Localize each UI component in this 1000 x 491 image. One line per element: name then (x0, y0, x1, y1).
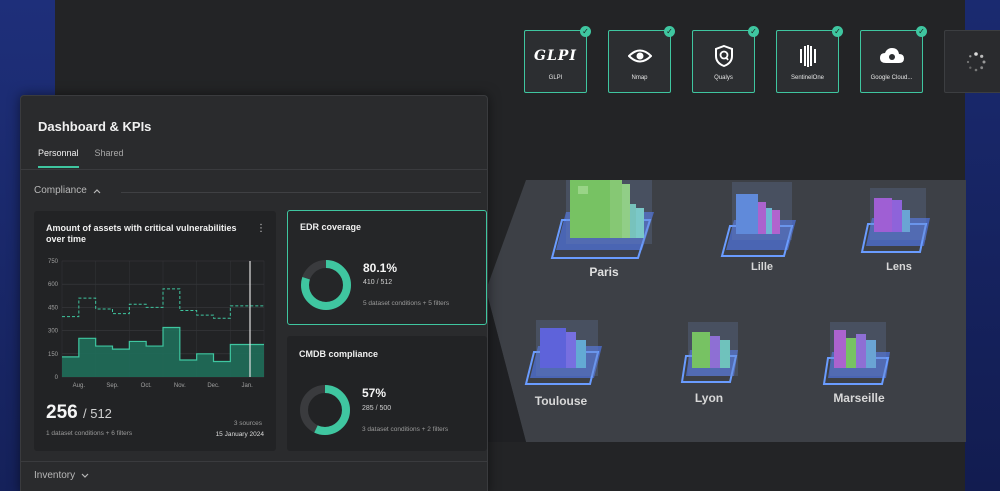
cloud-icon (879, 43, 905, 69)
section-compliance-toggle[interactable]: Compliance (34, 185, 101, 196)
x-tick-label: Nov. (174, 383, 186, 389)
y-tick-label: 300 (48, 329, 59, 335)
vuln-chart: 750 600 450 300 150 0 Aug. Sep. Oct. Nov. Dec. Jan. (48, 259, 265, 389)
card-title-line: over time (46, 234, 87, 244)
check-icon: ✓ (580, 26, 591, 37)
chevron-up-icon (93, 188, 101, 193)
y-tick-label: 600 (48, 282, 59, 288)
tile-label: SentinelOne (790, 74, 825, 81)
card-title: Amount of assets with critical vulnerabi… (46, 223, 237, 245)
check-icon: ✓ (748, 26, 759, 37)
cmdb-donut (300, 385, 350, 435)
tab-bar: Personnal Shared (38, 148, 124, 168)
site-label-toulouse: Toulouse (535, 394, 588, 408)
y-tick-label: 150 (48, 352, 59, 358)
vuln-count: 256 / 512 (46, 402, 112, 424)
card-title: CMDB compliance (299, 349, 379, 359)
integration-tile-sentinelone[interactable]: ✓ SentinelOne (776, 26, 843, 93)
check-icon: ✓ (832, 26, 843, 37)
sentinelone-icon (798, 43, 818, 69)
vuln-denominator: / 512 (82, 406, 112, 421)
integrations-row: ✓ GLPI GLPI ✓ Nmap ✓ Qualys ✓ SentinelOn… (524, 26, 1000, 93)
card-title-line: Amount of assets with critical vulnerabi… (46, 223, 237, 233)
cmdb-percent: 57% (362, 386, 387, 400)
edr-conditions: 5 dataset conditions + 5 filters (363, 300, 450, 307)
integration-tile-google-cloud[interactable]: ✓ Google Cloud... (860, 26, 927, 93)
spinner-icon (965, 49, 987, 75)
y-tick-label: 450 (48, 305, 59, 311)
integration-tile-qualys[interactable]: ✓ Qualys (692, 26, 759, 93)
section-rule (121, 192, 481, 193)
site-label-lyon: Lyon (695, 391, 723, 405)
site-map-3d: Paris Lille Lens Toulouse Lyon Marseille (486, 180, 966, 442)
tab-shared[interactable]: Shared (95, 148, 124, 168)
tab-personnal[interactable]: Personnal (38, 148, 79, 168)
edr-coverage-card[interactable]: EDR coverage 80.1% 410 / 512 5 dataset c… (287, 210, 487, 325)
site-label-lille: Lille (751, 261, 773, 273)
glpi-logo-icon: GLPI (534, 47, 577, 64)
x-tick-label: Dec. (207, 383, 220, 389)
x-tick-label: Oct. (141, 383, 152, 389)
section-title: Inventory (34, 470, 76, 481)
site-label-lens: Lens (886, 261, 912, 273)
section-title: Compliance (34, 185, 87, 196)
cmdb-compliance-card[interactable]: CMDB compliance 57% 285 / 500 3 dataset … (287, 336, 487, 451)
vuln-conditions: 1 dataset conditions + 6 filters (46, 430, 133, 437)
vuln-value: 256 (46, 402, 78, 423)
vuln-chart-card[interactable]: Amount of assets with critical vulnerabi… (34, 211, 276, 451)
tile-label: Nmap (631, 74, 648, 81)
site-marseille[interactable]: Marseille (822, 322, 890, 405)
x-tick-label: Aug. (73, 383, 86, 389)
edr-percent: 80.1% (363, 261, 398, 275)
tile-label: Qualys (714, 74, 733, 81)
site-label-paris: Paris (589, 265, 619, 279)
x-tick-label: Sep. (106, 383, 119, 389)
check-icon: ✓ (664, 26, 675, 37)
y-tick-label: 750 (48, 259, 59, 265)
integration-tile-nmap[interactable]: ✓ Nmap (608, 26, 675, 93)
tile-label: GLPI (548, 74, 563, 81)
panel-title: Dashboard & KPIs (38, 119, 152, 134)
cmdb-conditions: 3 dataset conditions + 2 filters (362, 426, 449, 433)
dashboard-panel: Dashboard & KPIs Personnal Shared Compli… (20, 95, 488, 491)
tile-label: Google Cloud... (870, 74, 913, 81)
section-inventory-toggle[interactable]: Inventory (34, 470, 89, 481)
kebab-menu-icon[interactable]: ⋮ (256, 223, 266, 234)
integration-tile-glpi[interactable]: ✓ GLPI GLPI (524, 26, 591, 93)
tab-divider (21, 169, 487, 170)
site-label-marseille: Marseille (833, 391, 885, 405)
y-tick-label: 0 (55, 375, 59, 381)
x-tick-label: Jan. (241, 383, 253, 389)
check-icon: ✓ (916, 26, 927, 37)
qualys-shield-icon (714, 43, 733, 69)
vuln-date: 15 January 2024 (215, 431, 264, 438)
edr-fraction: 410 / 512 (363, 279, 393, 286)
cmdb-fraction: 285 / 500 (362, 405, 392, 412)
eye-icon (627, 43, 652, 69)
card-title: EDR coverage (300, 222, 362, 232)
section-divider (21, 461, 487, 462)
edr-donut (301, 260, 351, 310)
integration-tile-loading (944, 30, 1000, 93)
chevron-down-icon (81, 473, 89, 478)
vuln-sources: 3 sources (233, 420, 262, 427)
